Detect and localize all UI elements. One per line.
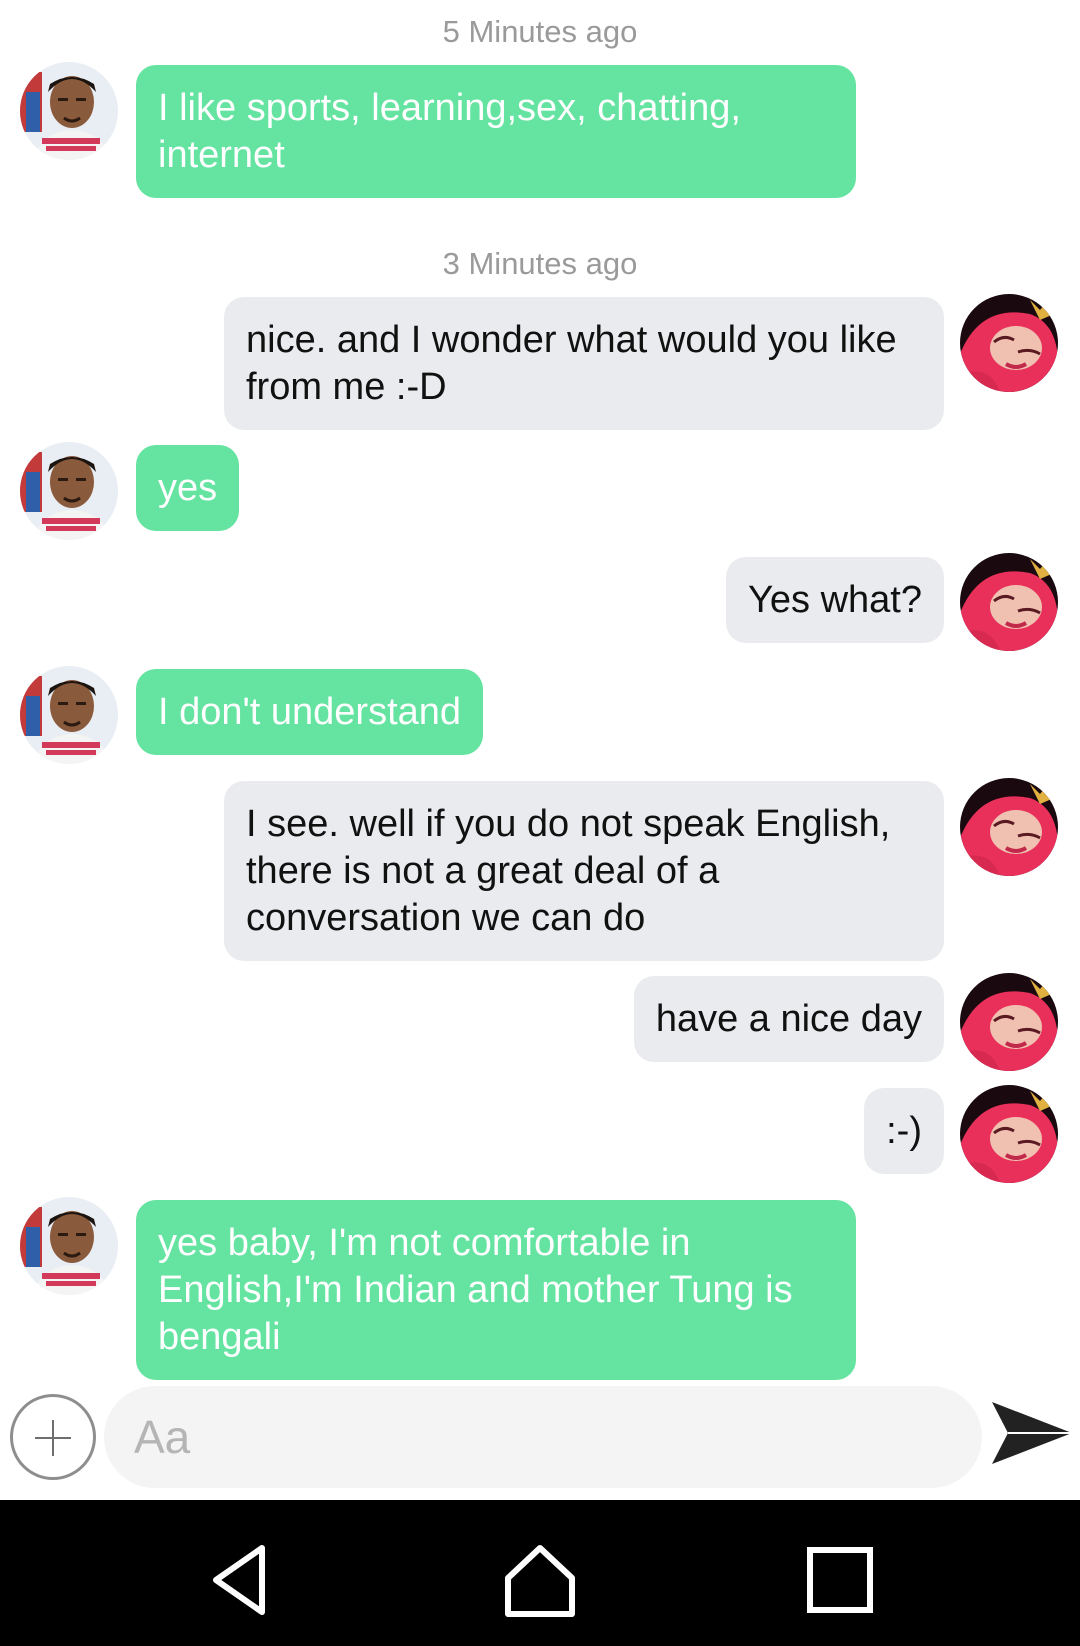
outgoing-message[interactable]: :-) [864, 1088, 944, 1174]
recents-square-icon [807, 1547, 873, 1613]
incoming-message[interactable]: yes [136, 445, 240, 531]
contact-photo-icon [20, 62, 118, 160]
user-avatar[interactable] [960, 1085, 1058, 1183]
incoming-message[interactable]: I like sports, learning,sex, chatting, i… [136, 65, 856, 198]
user-photo-icon [960, 1085, 1058, 1183]
contact-avatar[interactable] [20, 1197, 118, 1295]
home-icon [505, 1545, 575, 1617]
contact-photo-icon [20, 442, 118, 540]
outgoing-message[interactable]: I see. well if you do not speak English,… [224, 781, 944, 961]
send-button[interactable] [990, 1398, 1074, 1468]
user-photo-icon [960, 778, 1058, 876]
user-avatar[interactable] [960, 553, 1058, 651]
user-photo-icon [960, 294, 1058, 392]
contact-photo-icon [20, 666, 118, 764]
contact-avatar[interactable] [20, 442, 118, 540]
system-navigation-bar [0, 1500, 1080, 1646]
chat-thread: 5 Minutes ago I like sports, learning,se… [0, 0, 1080, 1500]
message-composer [0, 1384, 1080, 1500]
contact-photo-icon [20, 1197, 118, 1295]
user-avatar[interactable] [960, 294, 1058, 392]
outgoing-message[interactable]: nice. and I wonder what would you like f… [224, 297, 944, 430]
incoming-message[interactable]: yes baby, I'm not comfortable in English… [136, 1200, 856, 1380]
back-button[interactable] [200, 1540, 280, 1620]
user-avatar[interactable] [960, 973, 1058, 1071]
timestamp: 5 Minutes ago [442, 14, 638, 49]
recents-button[interactable] [800, 1540, 880, 1620]
add-attachment-button[interactable] [10, 1394, 96, 1480]
send-arrow-icon [992, 1402, 1072, 1464]
user-avatar[interactable] [960, 778, 1058, 876]
timestamp: 3 Minutes ago [442, 246, 638, 281]
message-input[interactable] [104, 1386, 982, 1488]
user-photo-icon [960, 973, 1058, 1071]
home-button[interactable] [500, 1540, 580, 1620]
outgoing-message[interactable]: have a nice day [633, 976, 944, 1062]
back-triangle-icon [213, 1545, 265, 1615]
outgoing-message[interactable]: Yes what? [726, 557, 944, 643]
contact-avatar[interactable] [20, 666, 118, 764]
contact-avatar[interactable] [20, 62, 118, 160]
incoming-message[interactable]: I don't understand [136, 669, 484, 755]
user-photo-icon [960, 553, 1058, 651]
